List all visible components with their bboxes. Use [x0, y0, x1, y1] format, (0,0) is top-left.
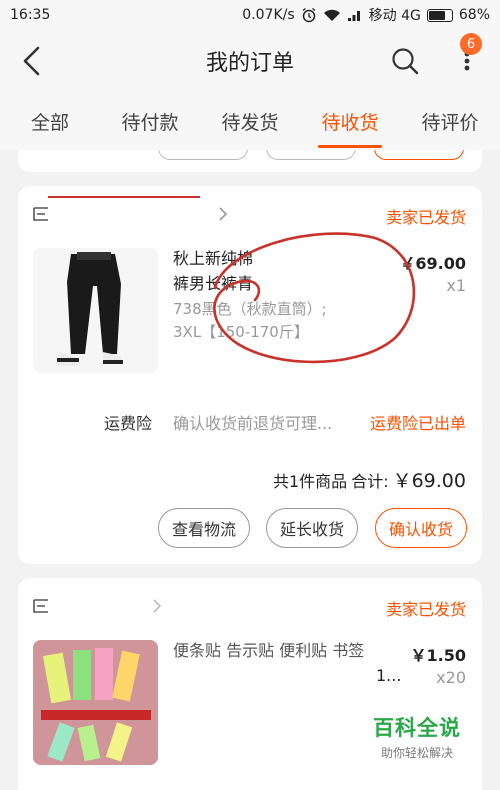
product-quantity: x1	[446, 276, 466, 295]
tab-pending-payment[interactable]: 待付款	[100, 92, 200, 150]
annotation-line	[48, 196, 200, 198]
tab-pending-receipt[interactable]: 待收货	[300, 92, 400, 150]
nav-bar: 我的订单 6	[0, 30, 500, 92]
previous-order-button[interactable]	[374, 150, 464, 160]
watermark-subtitle: 助你轻松解决	[380, 746, 453, 760]
previous-order-button[interactable]	[266, 150, 356, 160]
order-status: 卖家已发货	[385, 600, 466, 619]
previous-order-button[interactable]	[158, 150, 248, 160]
shop-icon	[33, 599, 48, 613]
shop-icon	[33, 207, 48, 221]
watermark: 百科全说 助你轻松解决	[362, 712, 472, 761]
previous-order-card	[18, 150, 482, 172]
chevron-right-icon[interactable]	[218, 206, 228, 222]
status-time: 16:35	[10, 7, 51, 23]
network-speed: 0.07K/s	[242, 7, 295, 23]
annotation-circle	[213, 232, 416, 364]
total-count: 共1件商品	[273, 472, 348, 491]
insurance-status: 运费险已出单	[369, 414, 466, 433]
search-icon[interactable]	[390, 46, 420, 76]
back-icon[interactable]	[18, 44, 48, 78]
insurance-label: 运费险	[104, 414, 153, 433]
message-badge: 6	[460, 33, 482, 55]
total-label: 合计:	[351, 472, 389, 491]
product-quantity: x20	[436, 668, 466, 687]
view-logistics-button[interactable]: 查看物流	[158, 508, 250, 548]
status-right: 0.07K/s 移动 4G 68%	[242, 5, 490, 25]
status-bar: 16:35 0.07K/s 移动 4G 68%	[0, 0, 500, 30]
confirm-receipt-button[interactable]: 确认收货	[375, 508, 467, 548]
watermark-title: 百科全说	[373, 716, 461, 740]
order-status: 卖家已发货	[385, 208, 466, 227]
product-price: ￥1.50	[410, 646, 466, 665]
tab-pending-shipment[interactable]: 待发货	[200, 92, 300, 150]
carrier-label: 移动 4G	[368, 8, 421, 24]
signal-icon	[347, 11, 360, 21]
product-title-line2[interactable]: 1...	[376, 663, 401, 688]
order-tabs: 全部 待付款 待发货 待收货 待评价	[0, 92, 500, 150]
battery-icon	[426, 8, 453, 22]
page-title: 我的订单	[205, 51, 294, 76]
product-title-line1[interactable]: 便条贴 告示贴 便利贴 书签	[173, 638, 378, 663]
order-total: 共1件商品 合计: ￥69.00	[273, 466, 466, 493]
product-image[interactable]	[33, 248, 158, 373]
alarm-icon	[302, 7, 316, 23]
insurance-text: 确认收货前退货可理...	[173, 414, 333, 433]
chevron-right-icon[interactable]	[152, 598, 162, 614]
tab-all[interactable]: 全部	[0, 92, 100, 150]
extend-receipt-button[interactable]: 延长收货	[266, 508, 358, 548]
tab-pending-review[interactable]: 待评价	[400, 92, 500, 150]
battery-percent: 68%	[458, 7, 490, 23]
product-image[interactable]	[33, 640, 158, 765]
wifi-icon	[323, 9, 340, 21]
total-amount: ￥69.00	[392, 470, 466, 492]
